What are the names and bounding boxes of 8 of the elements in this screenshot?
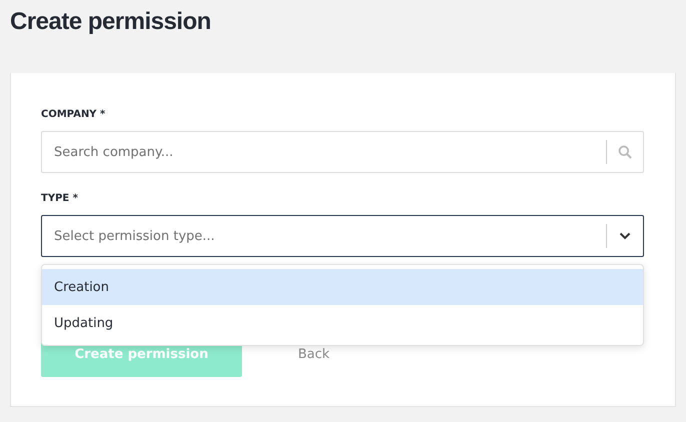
dropdown-option[interactable]: Creation	[42, 269, 643, 305]
back-button[interactable]: Back	[292, 346, 336, 363]
chevron-down-icon[interactable]	[619, 232, 631, 240]
page-title: Create permission	[10, 8, 212, 37]
company-search-field[interactable]: Search company...	[41, 131, 644, 173]
dropdown-option[interactable]: Updating	[42, 305, 643, 341]
field-label: TYPE *	[41, 193, 79, 204]
field-label: COMPANY *	[41, 109, 106, 120]
